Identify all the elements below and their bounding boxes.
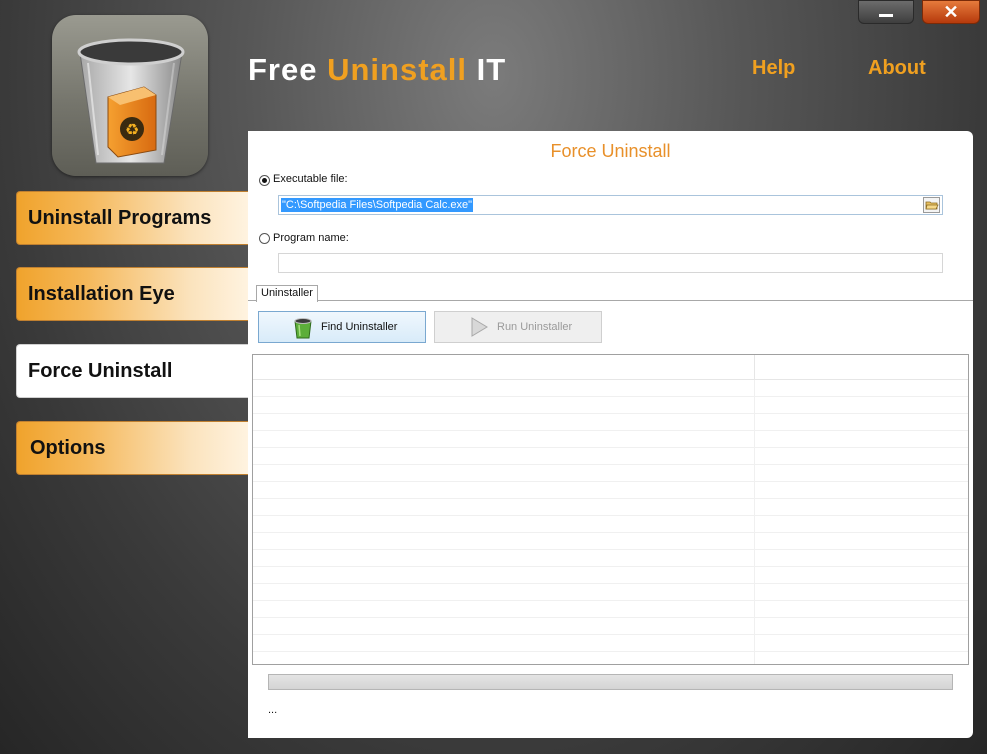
title-free: Free	[248, 52, 318, 87]
list-row	[253, 397, 968, 414]
close-icon: ✕	[943, 1, 959, 22]
list-header-column-2[interactable]	[755, 355, 968, 379]
list-header	[253, 355, 968, 380]
status-text: ...	[268, 704, 278, 716]
executable-file-radio[interactable]	[259, 175, 270, 186]
executable-file-value: "C:\Softpedia Files\Softpedia Calc.exe"	[281, 198, 474, 212]
list-row	[253, 635, 968, 652]
app-logo: ♻	[52, 15, 208, 176]
about-link[interactable]: About	[868, 57, 926, 80]
panel-title: Force Uninstall	[550, 141, 671, 161]
browse-button[interactable]	[923, 197, 940, 213]
sidebar-item-installation-eye[interactable]: Installation Eye	[16, 267, 248, 321]
minimize-icon	[879, 13, 893, 17]
executable-file-input[interactable]: "C:\Softpedia Files\Softpedia Calc.exe"	[278, 195, 943, 215]
run-uninstaller-label: Run Uninstaller	[497, 321, 573, 333]
list-row	[253, 533, 968, 550]
minimize-button[interactable]	[858, 0, 914, 24]
help-link[interactable]: Help	[752, 57, 795, 80]
tab-uninstaller[interactable]: Uninstaller	[256, 285, 318, 302]
recycle-bin-logo-icon: ♻	[77, 38, 185, 164]
list-row	[253, 516, 968, 533]
app-window: ✕ ♻ Free Uninstall IT Help About Uninsta…	[0, 0, 987, 754]
list-header-column-1[interactable]	[253, 355, 755, 379]
play-icon	[471, 317, 488, 337]
run-uninstaller-button[interactable]: Run Uninstaller	[434, 311, 602, 343]
app-title: Free Uninstall IT	[248, 52, 506, 88]
find-uninstaller-label: Find Uninstaller	[321, 321, 398, 333]
list-row	[253, 550, 968, 567]
list-row	[253, 380, 968, 397]
list-row	[253, 652, 968, 664]
list-row	[253, 584, 968, 601]
list-row	[253, 618, 968, 635]
program-name-input[interactable]	[278, 253, 943, 273]
title-it: IT	[476, 52, 507, 87]
program-name-radio[interactable]	[259, 233, 270, 244]
list-row	[253, 448, 968, 465]
find-uninstaller-button[interactable]: Find Uninstaller	[258, 311, 426, 343]
svg-text:♻: ♻	[125, 120, 139, 139]
list-row	[253, 465, 968, 482]
green-bin-icon	[294, 318, 312, 339]
title-uninstall: Uninstall	[327, 52, 468, 87]
executable-file-label: Executable file:	[273, 173, 348, 185]
program-name-label: Program name:	[273, 232, 349, 244]
uninstaller-list[interactable]	[252, 354, 969, 665]
force-uninstall-panel: Force Uninstall Executable file: "C:\Sof…	[248, 131, 973, 738]
progress-bar	[268, 674, 953, 690]
sidebar-item-options[interactable]: Options	[16, 421, 248, 475]
sidebar-item-uninstall-programs[interactable]: Uninstall Programs	[16, 191, 248, 245]
list-row	[253, 499, 968, 516]
list-row	[253, 601, 968, 618]
list-row	[253, 431, 968, 448]
close-button[interactable]: ✕	[922, 0, 980, 24]
list-row	[253, 414, 968, 431]
sidebar-item-force-uninstall[interactable]: Force Uninstall	[16, 344, 248, 398]
tab-strip-line	[248, 300, 973, 301]
list-row	[253, 567, 968, 584]
folder-browse-icon	[923, 197, 940, 213]
list-row	[253, 482, 968, 499]
